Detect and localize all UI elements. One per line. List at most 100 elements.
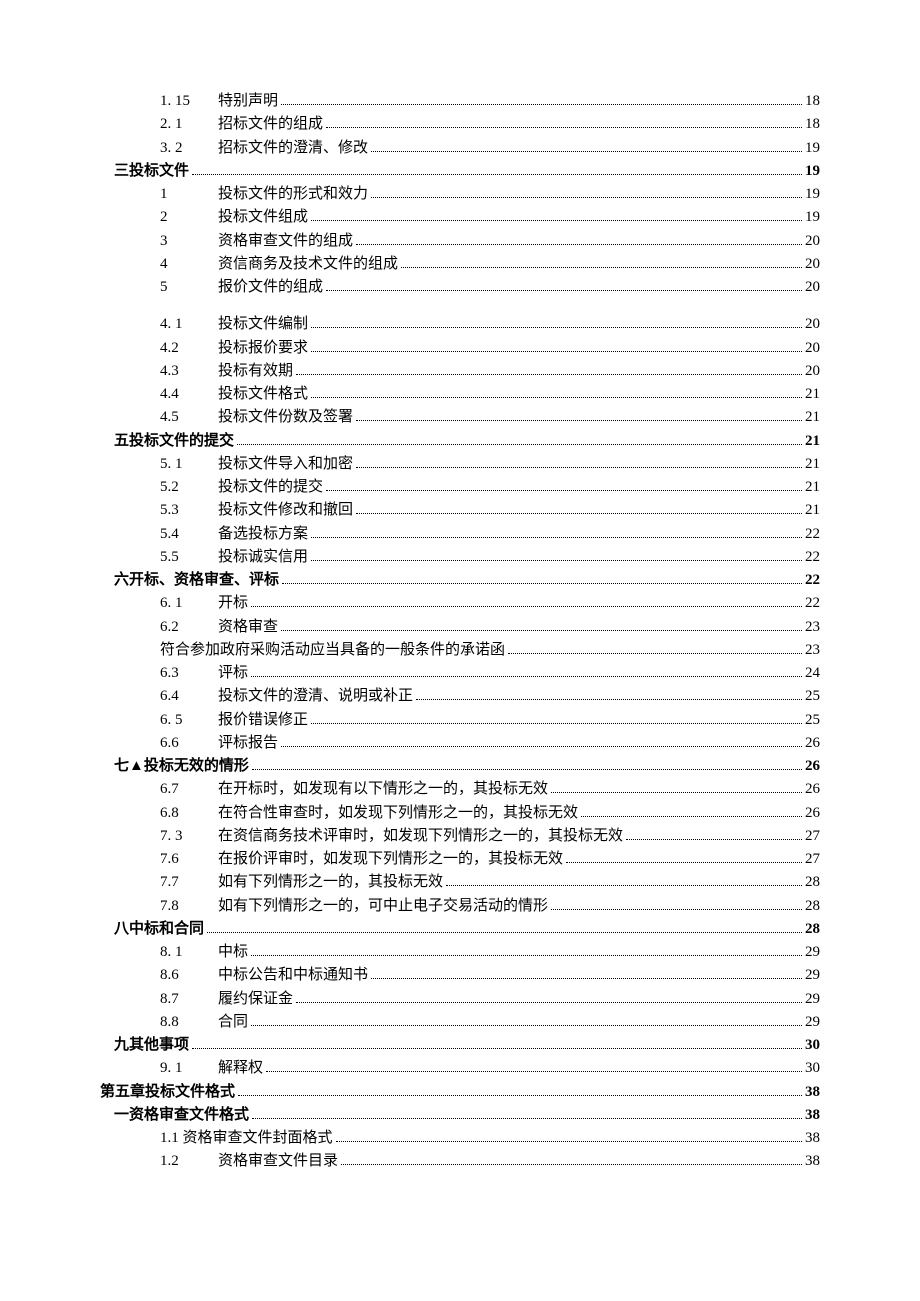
toc-entry: 2. 1招标文件的组成18 <box>100 113 820 136</box>
toc-entry: 6.6评标报告26 <box>100 732 820 755</box>
toc-page-number: 38 <box>805 1104 820 1127</box>
toc-number: 4.5 <box>160 406 218 429</box>
toc-title: 特别声明 <box>218 90 278 113</box>
toc-leader-dots <box>251 676 802 677</box>
toc-leader-dots <box>282 583 802 584</box>
toc-leader-dots <box>311 327 802 328</box>
toc-number: 6.4 <box>160 685 218 708</box>
toc-page-number: 29 <box>805 964 820 987</box>
toc-title: 1.1 资格审查文件封面格式 <box>160 1127 333 1150</box>
toc-number: 6. 5 <box>160 709 218 732</box>
table-of-contents: 1. 15特别声明182. 1招标文件的组成183. 2招标文件的澄清、修改19… <box>100 90 820 1174</box>
toc-leader-dots <box>266 1071 802 1072</box>
toc-number: 6.2 <box>160 616 218 639</box>
toc-page-number: 20 <box>805 360 820 383</box>
toc-leader-dots <box>416 699 802 700</box>
toc-entry: 七▲投标无效的情形26 <box>100 755 820 778</box>
toc-leader-dots <box>311 537 802 538</box>
toc-page-number: 21 <box>805 430 820 453</box>
toc-leader-dots <box>207 932 802 933</box>
toc-leader-dots <box>281 104 802 105</box>
toc-number: 8.8 <box>160 1011 218 1034</box>
toc-page-number: 26 <box>805 778 820 801</box>
toc-number: 1. 15 <box>160 90 218 113</box>
toc-entry: 4. 1投标文件编制20 <box>100 313 820 336</box>
toc-leader-dots <box>311 220 802 221</box>
toc-page-number: 38 <box>805 1150 820 1173</box>
toc-number: 6.7 <box>160 778 218 801</box>
toc-leader-dots <box>326 127 802 128</box>
toc-title: 中标 <box>218 941 248 964</box>
toc-number: 4.3 <box>160 360 218 383</box>
toc-title: 报价文件的组成 <box>218 276 323 299</box>
toc-number: 6.6 <box>160 732 218 755</box>
toc-entry: 4.5投标文件份数及签署 21 <box>100 406 820 429</box>
toc-leader-dots <box>281 630 802 631</box>
toc-leader-dots <box>446 885 802 886</box>
toc-page-number: 20 <box>805 253 820 276</box>
toc-title: 投标文件的提交 <box>218 476 323 499</box>
toc-entry: 第五章投标文件格式38 <box>100 1081 820 1104</box>
toc-title: 投标文件导入和加密 <box>218 453 353 476</box>
toc-page-number: 26 <box>805 802 820 825</box>
toc-title: 资信商务及技术文件的组成 <box>218 253 398 276</box>
toc-page-number: 27 <box>805 825 820 848</box>
toc-title: 投标文件组成 <box>218 206 308 229</box>
toc-page-number: 25 <box>805 685 820 708</box>
toc-title: 招标文件的组成 <box>218 113 323 136</box>
toc-entry: 5.3投标文件修改和撤回21 <box>100 499 820 522</box>
toc-entry: 1投标文件的形式和效力19 <box>100 183 820 206</box>
toc-page-number: 20 <box>805 313 820 336</box>
toc-entry: 1.2资格审查文件目录38 <box>100 1150 820 1173</box>
toc-number: 5.5 <box>160 546 218 569</box>
toc-entry: 一资格审查文件格式38 <box>100 1104 820 1127</box>
toc-title: 投标文件修改和撤回 <box>218 499 353 522</box>
toc-entry: 6.7在开标时，如发现有以下情形之一的，其投标无效 26 <box>100 778 820 801</box>
toc-entry: 7.7如有下列情形之一的，其投标无效28 <box>100 871 820 894</box>
toc-page-number: 21 <box>805 406 820 429</box>
toc-title: 履约保证金 <box>218 988 293 1011</box>
toc-page-number: 23 <box>805 616 820 639</box>
toc-page-number: 18 <box>805 90 820 113</box>
toc-title: 投标文件格式 <box>218 383 308 406</box>
toc-entry: 9. 1解释权30 <box>100 1057 820 1080</box>
toc-page-number: 20 <box>805 230 820 253</box>
toc-leader-dots <box>626 839 802 840</box>
toc-leader-dots <box>508 653 802 654</box>
toc-entry: 5.4备选投标方案22 <box>100 523 820 546</box>
toc-page-number: 24 <box>805 662 820 685</box>
toc-page-number: 25 <box>805 709 820 732</box>
toc-entry: 6. 1开标22 <box>100 592 820 615</box>
toc-title: 评标 <box>218 662 248 685</box>
toc-leader-dots <box>401 267 802 268</box>
toc-entry: 2投标文件组成19 <box>100 206 820 229</box>
toc-leader-dots <box>192 174 802 175</box>
toc-number: 1.2 <box>160 1150 218 1173</box>
toc-page-number: 30 <box>805 1034 820 1057</box>
toc-title: 投标文件的澄清、说明或补正 <box>218 685 413 708</box>
toc-title: 投标文件份数及签署 <box>218 406 353 429</box>
toc-page-number: 21 <box>805 453 820 476</box>
toc-page-number: 21 <box>805 499 820 522</box>
toc-page-number: 29 <box>805 1011 820 1034</box>
toc-leader-dots <box>311 397 802 398</box>
toc-page-number: 22 <box>805 569 820 592</box>
toc-title: 在开标时，如发现有以下情形之一的，其投标无效 <box>218 778 548 801</box>
toc-leader-dots <box>581 816 802 817</box>
toc-entry: 5.5投标诚实信用22 <box>100 546 820 569</box>
toc-entry: 6. 5报价错误修正25 <box>100 709 820 732</box>
toc-title: 八中标和合同 <box>114 918 204 941</box>
toc-number: 7. 3 <box>160 825 218 848</box>
toc-number: 6.8 <box>160 802 218 825</box>
toc-entry: 4.4投标文件格式21 <box>100 383 820 406</box>
toc-entry: 五投标文件的提交21 <box>100 430 820 453</box>
toc-number: 7.6 <box>160 848 218 871</box>
toc-entry: 4资信商务及技术文件的组成20 <box>100 253 820 276</box>
toc-title: 资格审查 <box>218 616 278 639</box>
toc-page-number: 22 <box>805 523 820 546</box>
toc-page-number: 21 <box>805 476 820 499</box>
toc-title: 九其他事项 <box>114 1034 189 1057</box>
toc-number: 5. 1 <box>160 453 218 476</box>
toc-leader-dots <box>251 955 802 956</box>
toc-leader-dots <box>296 1002 802 1003</box>
